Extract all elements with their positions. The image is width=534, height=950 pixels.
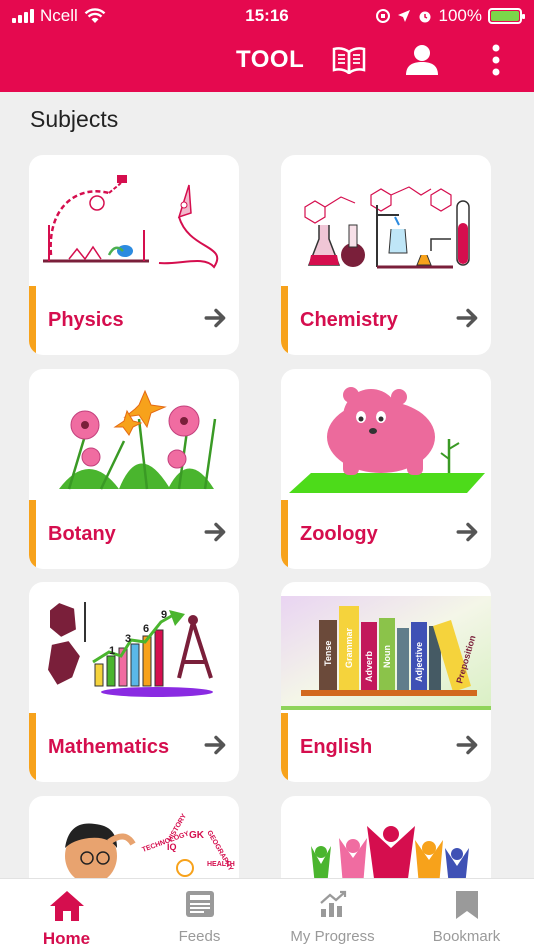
arrow-right-icon[interactable] [203,305,229,331]
bookmark-icon [455,891,478,919]
feeds-icon [185,891,214,917]
top-app-bar: Ncell 15:16 100% TOOL [0,0,534,92]
math-chart-label: 9 [161,609,167,621]
alarm-icon [419,11,431,23]
card-accent [29,500,36,568]
gk-word: GK [189,830,205,841]
subject-name: Physics [48,309,124,331]
nav-label: Feeds [178,928,221,945]
book-icon[interactable] [331,44,367,76]
card-accent [29,713,36,781]
book-label: Noun [382,645,392,668]
nav-feeds[interactable]: Feeds [133,879,266,950]
subject-name: Botany [48,523,116,545]
math-chart-label: 6 [143,623,149,635]
subject-card-botany[interactable]: Botany [29,369,239,569]
nav-home[interactable]: Home [0,879,133,950]
app-title: TOOL [236,46,305,73]
user-icon[interactable] [404,44,440,76]
card-accent [281,286,288,354]
subject-name: Zoology [300,523,378,545]
orientation-lock-icon [375,9,390,23]
english-illustration: Tense Grammar Adverb Noun Adjective Prep… [281,596,491,710]
arrow-right-icon[interactable] [455,519,481,545]
nav-label: Bookmark [432,928,501,945]
home-icon [49,891,84,921]
section-title: Subjects [30,106,119,132]
math-chart-label: 1 [109,645,115,657]
mathematics-illustration: 1 3 6 9 [45,600,213,697]
math-chart-label: 3 [125,633,131,645]
book-label: Tense [323,641,333,666]
progress-icon [319,890,346,917]
book-label: Adverb [364,650,374,682]
battery-percent: 100% [438,6,482,25]
battery-icon [488,8,525,24]
gk-word: IQ [167,842,177,852]
card-accent [281,500,288,568]
subject-card-physics[interactable]: Physics [29,155,239,355]
card-accent [281,713,288,781]
botany-illustration [59,389,217,490]
subject-name: Chemistry [300,309,398,331]
bottom-navigation: Home Feeds My Progress Bookmark [0,878,534,950]
more-vertical-icon[interactable] [478,44,514,76]
arrow-right-icon[interactable] [455,732,481,758]
book-label: Grammar [344,627,354,668]
book-label: Adjective [414,642,424,682]
subject-card-chemistry[interactable]: Chemistry [281,155,491,355]
subject-card-mathematics[interactable]: 1 3 6 9 Mathematics [29,582,239,782]
arrow-right-icon[interactable] [203,732,229,758]
card-accent [29,286,36,354]
chemistry-illustration [304,186,470,269]
subject-card-english[interactable]: Tense Grammar Adverb Noun Adjective Prep… [281,582,491,782]
physics-illustration [43,175,219,269]
zoology-illustration [289,387,485,493]
nav-bookmark[interactable]: Bookmark [400,879,533,950]
arrow-right-icon[interactable] [203,519,229,545]
subject-name: Mathematics [48,736,170,758]
subject-card-zoology[interactable]: Zoology [281,369,491,569]
gk-word: HEALTH [207,861,235,868]
nav-my-progress[interactable]: My Progress [266,879,399,950]
location-icon [397,10,410,22]
status-bar: Ncell 15:16 100% [0,0,534,32]
subject-name: English [300,736,373,758]
gk-word: TECHNOLOGY [141,830,190,854]
nav-label: My Progress [290,928,375,945]
nav-label: Home [42,929,91,948]
arrow-right-icon[interactable] [455,305,481,331]
